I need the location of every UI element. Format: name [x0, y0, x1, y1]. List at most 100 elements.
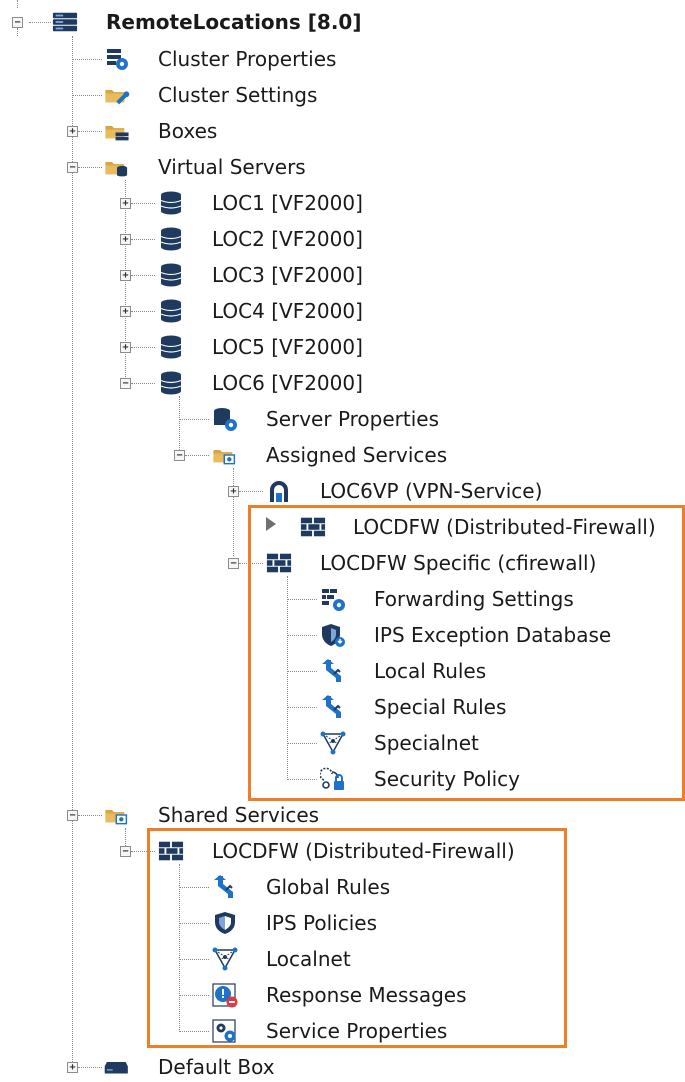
tree-node-cluster-settings[interactable]: Cluster Settings: [158, 82, 317, 108]
rules-arrow-icon: [320, 694, 346, 720]
tree-line: [131, 383, 155, 384]
tree-node-locdfw-specific[interactable]: LOCDFW Specific (cfirewall): [320, 550, 596, 576]
database-icon: [158, 262, 184, 288]
expand-toggle-loc6vp[interactable]: +: [228, 486, 239, 497]
server-rack-icon: [52, 9, 80, 35]
tree-line: [131, 239, 155, 240]
tree-line: [78, 1067, 102, 1068]
tree-line: [179, 864, 180, 1032]
tree-line: [131, 203, 155, 204]
tree-line: [78, 167, 102, 168]
tree-line: [179, 923, 209, 924]
tree-line: [17, 28, 18, 36]
tree-node-forwarding-settings[interactable]: Forwarding Settings: [374, 586, 574, 612]
tree-node-root[interactable]: RemoteLocations [8.0]: [106, 9, 361, 35]
tree-line: [287, 743, 317, 744]
tree-node-assigned-services[interactable]: Assigned Services: [266, 442, 447, 468]
tree-node-service-properties[interactable]: Service Properties: [266, 1018, 447, 1044]
tree-line: [72, 36, 73, 1070]
tree-line: [179, 396, 180, 456]
collapse-toggle-assigned-services[interactable]: −: [174, 450, 185, 461]
tree-line: [78, 815, 102, 816]
tree-node-loc6vp[interactable]: LOC6VP (VPN-Service): [320, 478, 542, 504]
vpn-service-icon: [266, 478, 292, 504]
tree-line: [179, 419, 209, 420]
database-icon: [158, 190, 184, 216]
tree-node-specialnet[interactable]: Specialnet: [374, 730, 479, 756]
tree-node-boxes[interactable]: Boxes: [158, 118, 217, 144]
tree-node-loc5[interactable]: LOC5 [VF2000]: [212, 334, 363, 360]
services-folder-icon: [212, 442, 248, 468]
tree-node-loc4[interactable]: LOC4 [VF2000]: [212, 298, 363, 324]
network-object-icon: [212, 946, 238, 972]
firewall-icon: [300, 514, 328, 540]
tree-line: [17, 0, 18, 8]
collapse-toggle-loc6[interactable]: −: [120, 378, 131, 389]
cluster-properties-icon: [104, 46, 130, 72]
ips-shield-icon: [320, 622, 346, 648]
collapse-toggle-shared-locdfw[interactable]: −: [120, 846, 131, 857]
tree-node-loc3[interactable]: LOC3 [VF2000]: [212, 262, 363, 288]
tree-node-virtual-servers[interactable]: Virtual Servers: [158, 154, 306, 180]
tree-node-loc2[interactable]: LOC2 [VF2000]: [212, 226, 363, 252]
tree-line: [179, 959, 209, 960]
rules-arrow-icon: [320, 658, 346, 684]
server-properties-icon: [212, 406, 238, 432]
tree-line: [287, 635, 317, 636]
tree-line: [287, 599, 317, 600]
database-icon: [158, 334, 184, 360]
tree-node-global-rules[interactable]: Global Rules: [266, 874, 390, 900]
service-properties-icon: [212, 1018, 238, 1044]
tree-node-security-policy[interactable]: Security Policy: [374, 766, 520, 792]
services-folder-icon: [104, 802, 140, 828]
tree-node-local-rules[interactable]: Local Rules: [374, 658, 486, 684]
tree-node-loc6[interactable]: LOC6 [VF2000]: [212, 370, 363, 396]
rules-arrow-icon: [212, 874, 238, 900]
expand-arrow-icon[interactable]: [266, 517, 276, 531]
expand-toggle-loc5[interactable]: +: [120, 342, 131, 353]
tree-line: [29, 22, 51, 23]
database-icon: [158, 370, 184, 396]
response-messages-icon: [212, 982, 238, 1008]
tree-node-localnet[interactable]: Localnet: [266, 946, 351, 972]
tree-node-server-properties[interactable]: Server Properties: [266, 406, 439, 432]
tree-node-ips-policies[interactable]: IPS Policies: [266, 910, 377, 936]
collapse-toggle-root[interactable]: −: [12, 17, 23, 28]
tree-line: [287, 671, 317, 672]
tree-line: [185, 455, 209, 456]
expand-toggle-loc3[interactable]: +: [120, 270, 131, 281]
tree-line: [287, 576, 288, 780]
tree-line: [233, 468, 234, 556]
ips-shield-icon: [212, 910, 238, 936]
expand-toggle-loc4[interactable]: +: [120, 306, 131, 317]
tree-node-ips-exception-database[interactable]: IPS Exception Database: [374, 622, 611, 648]
tree-node-special-rules[interactable]: Special Rules: [374, 694, 506, 720]
tree-node-locdfw-distributed[interactable]: LOCDFW (Distributed-Firewall): [353, 514, 656, 540]
database-icon: [158, 298, 184, 324]
tree-node-cluster-properties[interactable]: Cluster Properties: [158, 46, 336, 72]
expand-toggle-loc1[interactable]: +: [120, 198, 131, 209]
tree-line: [131, 851, 155, 852]
database-icon: [158, 226, 184, 252]
tree-node-default-box[interactable]: Default Box: [158, 1054, 275, 1080]
expand-toggle-default-box[interactable]: +: [67, 1062, 78, 1073]
tree-node-shared-locdfw[interactable]: LOCDFW (Distributed-Firewall): [212, 838, 515, 864]
tree-node-loc1[interactable]: LOC1 [VF2000]: [212, 190, 363, 216]
firewall-icon: [158, 838, 186, 864]
tree-line: [78, 131, 102, 132]
tree-line: [179, 995, 209, 996]
expand-toggle-boxes[interactable]: +: [67, 126, 78, 137]
tree-node-response-messages[interactable]: Response Messages: [266, 982, 467, 1008]
tree-line: [131, 347, 155, 348]
collapse-toggle-virtual-servers[interactable]: −: [67, 162, 78, 173]
virtual-servers-folder-icon: [104, 154, 140, 180]
collapse-toggle-shared-services[interactable]: −: [67, 810, 78, 821]
forwarding-settings-icon: [320, 586, 346, 612]
tree-line: [239, 563, 263, 564]
tree-node-shared-services[interactable]: Shared Services: [158, 802, 319, 828]
tree-line: [179, 887, 209, 888]
collapse-toggle-locdfw-specific[interactable]: −: [228, 558, 239, 569]
expand-toggle-loc2[interactable]: +: [120, 234, 131, 245]
tree-line: [72, 59, 102, 60]
tree-line: [179, 1031, 209, 1032]
